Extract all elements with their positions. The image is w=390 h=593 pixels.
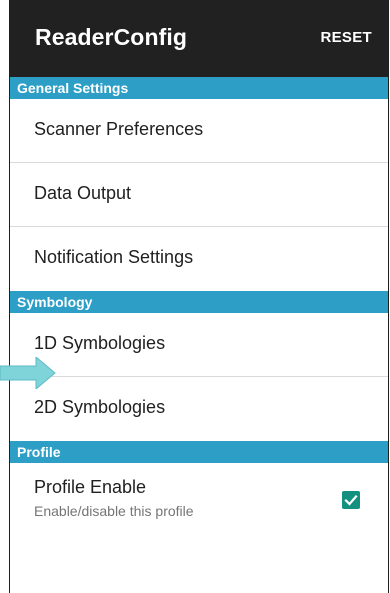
section-header-general: General Settings <box>10 77 388 99</box>
pref-1d-symbologies[interactable]: 1D Symbologies <box>10 313 388 377</box>
app-title: ReaderConfig <box>35 24 187 50</box>
pref-profile-enable[interactable]: Profile Enable Enable/disable this profi… <box>10 463 388 536</box>
pref-summary: Enable/disable this profile <box>34 503 194 519</box>
pref-label: 1D Symbologies <box>34 333 166 353</box>
section-profile: Profile Profile Enable Enable/disable th… <box>10 441 388 536</box>
section-header-symbology: Symbology <box>10 291 388 313</box>
app-window: ReaderConfig RESET General Settings Scan… <box>9 0 389 593</box>
pref-label: Scanner Preferences <box>34 119 204 139</box>
pref-2d-symbologies[interactable]: 2D Symbologies <box>10 377 388 441</box>
pointer-arrow-icon <box>0 357 56 389</box>
profile-enable-checkbox[interactable] <box>342 491 360 509</box>
app-bar: ReaderConfig RESET <box>10 0 388 77</box>
pref-label: Data Output <box>34 183 132 203</box>
pref-label: Profile Enable <box>34 477 147 497</box>
reset-button[interactable]: RESET <box>320 29 372 46</box>
pref-data-output[interactable]: Data Output <box>10 163 388 227</box>
pref-notification-settings[interactable]: Notification Settings <box>10 227 388 291</box>
pref-label: Notification Settings <box>34 247 194 267</box>
section-general: General Settings Scanner Preferences Dat… <box>10 77 388 291</box>
pref-scanner-preferences[interactable]: Scanner Preferences <box>10 99 388 163</box>
check-icon <box>344 494 358 506</box>
pref-label: 2D Symbologies <box>34 397 166 417</box>
section-symbology: Symbology 1D Symbologies 2D Symbologies <box>10 291 388 441</box>
section-header-profile: Profile <box>10 441 388 463</box>
